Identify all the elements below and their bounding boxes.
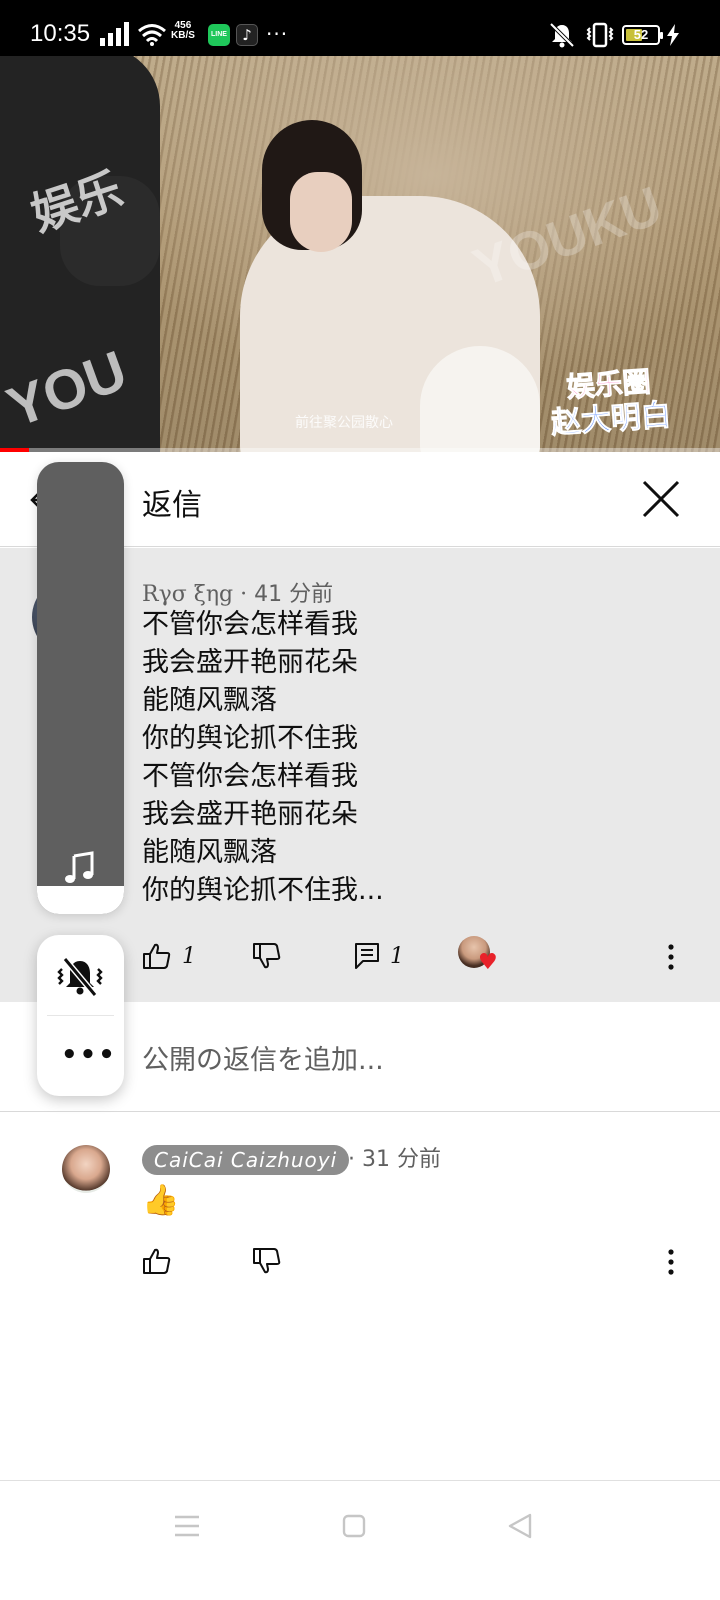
comment-more-button[interactable] (664, 942, 678, 972)
system-nav-bar (0, 1480, 720, 1600)
home-square-icon (342, 1514, 366, 1538)
line-app-icon: LINE (208, 24, 230, 46)
comment-line: 不管你会怎样看我 (142, 609, 358, 640)
comment-icon (355, 943, 379, 969)
reply-time: · 31 分前 (348, 1147, 441, 1172)
like-button[interactable] (142, 1239, 172, 1283)
nav-home-button[interactable] (342, 1514, 366, 1542)
battery-icon: 52 (622, 25, 663, 45)
divider (47, 1015, 114, 1016)
add-reply-input[interactable]: 公開の返信を追加... (142, 1038, 384, 1077)
thumbs-up-icon (143, 1248, 171, 1274)
channel-logo: 娱乐圈 赵大明白 (543, 364, 678, 447)
more-vert-icon (668, 944, 674, 970)
thumbs-up-icon (143, 943, 171, 969)
reply-text: 👍 (142, 1183, 180, 1218)
comment-line: 我会盛开艳丽花朵 (142, 647, 358, 678)
replies-title: 返信 (142, 488, 202, 523)
dislike-button[interactable] (252, 1239, 282, 1283)
reply-more-button[interactable] (664, 1247, 678, 1277)
dislike-button[interactable] (252, 934, 282, 978)
video-player[interactable]: 娱乐 YOU YOUKU 前往聚公园散心 娱乐圈 赵大明白 (0, 56, 720, 452)
comment-line: 能随风飘落 (142, 685, 277, 716)
comment-text: 不管你会怎样看我 我会盛开艳丽花朵 能随风飘落 你的舆论抓不住我 不管你会怎样看… (142, 606, 384, 910)
floating-panel-footer (37, 886, 124, 914)
creator-heart-icon: ♥ (458, 936, 498, 976)
video-figure-face (290, 172, 352, 252)
comment-author[interactable]: Rγσ ξηg (142, 582, 233, 607)
wifi-icon (137, 22, 167, 50)
network-speed: 456 KB/S (171, 21, 195, 41)
bell-off-icon (548, 21, 576, 53)
reply-author[interactable]: CaiCai Caizhuoyi (142, 1145, 350, 1175)
menu-icon (175, 1515, 199, 1537)
heart-icon: ♥ (478, 950, 498, 975)
floating-music-panel[interactable] (37, 462, 124, 914)
meta-separator: · (233, 582, 255, 607)
close-icon (642, 480, 680, 518)
bell-off-icon[interactable] (55, 955, 105, 1003)
comment-line: 不管你会怎样看我 (142, 761, 358, 792)
nav-menu-button[interactable] (174, 1514, 200, 1542)
battery-level-text: 52 (633, 27, 649, 42)
comment-line: 你的舆论抓不住我 (142, 723, 358, 754)
avatar[interactable] (62, 1145, 110, 1193)
floating-quick-card: ••• (37, 935, 124, 1096)
comment-line: 你的舆论抓不住我... (142, 875, 384, 906)
video-watermark-right: YOUKU (465, 175, 670, 299)
more-horiz-icon[interactable]: ••• (61, 1042, 117, 1068)
comment-line: 能随风飘落 (142, 837, 277, 868)
more-notifications-icon: ··· (266, 22, 289, 46)
cell-signal-icon (100, 22, 130, 50)
status-time: 10:35 (30, 20, 91, 47)
comment-meta: Rγσ ξηg · 41 分前 (142, 576, 333, 608)
network-speed-unit: KB/S (171, 30, 195, 41)
comment-time: 41 分前 (254, 582, 334, 607)
back-triangle-icon (508, 1513, 532, 1539)
like-count: 1 (182, 943, 196, 969)
comment-line: 我会盛开艳丽花朵 (142, 799, 358, 830)
reply-comment: CaiCai Caizhuoyi · 31 分前 👍 (0, 1113, 720, 1313)
like-button[interactable]: 1 (142, 934, 196, 978)
more-vert-icon (668, 1249, 674, 1275)
reply-count: 1 (390, 943, 404, 969)
reply-button[interactable]: 1 (354, 934, 404, 978)
vibrate-icon (585, 22, 615, 52)
charging-icon (666, 24, 680, 50)
thumbs-down-icon (253, 943, 281, 969)
close-button[interactable] (640, 478, 682, 520)
reply-actions (0, 1239, 720, 1283)
tiktok-app-icon: ♪ (236, 24, 258, 46)
nav-back-button[interactable] (506, 1512, 534, 1544)
music-note-icon[interactable] (62, 850, 98, 890)
video-subtitle: 前往聚公园散心 (295, 415, 393, 431)
status-bar: 10:35 456 KB/S LINE ♪ ··· 52 (0, 0, 720, 56)
channel-logo-line2: 赵大明白 (549, 397, 673, 442)
thumbs-down-icon (253, 1248, 281, 1274)
